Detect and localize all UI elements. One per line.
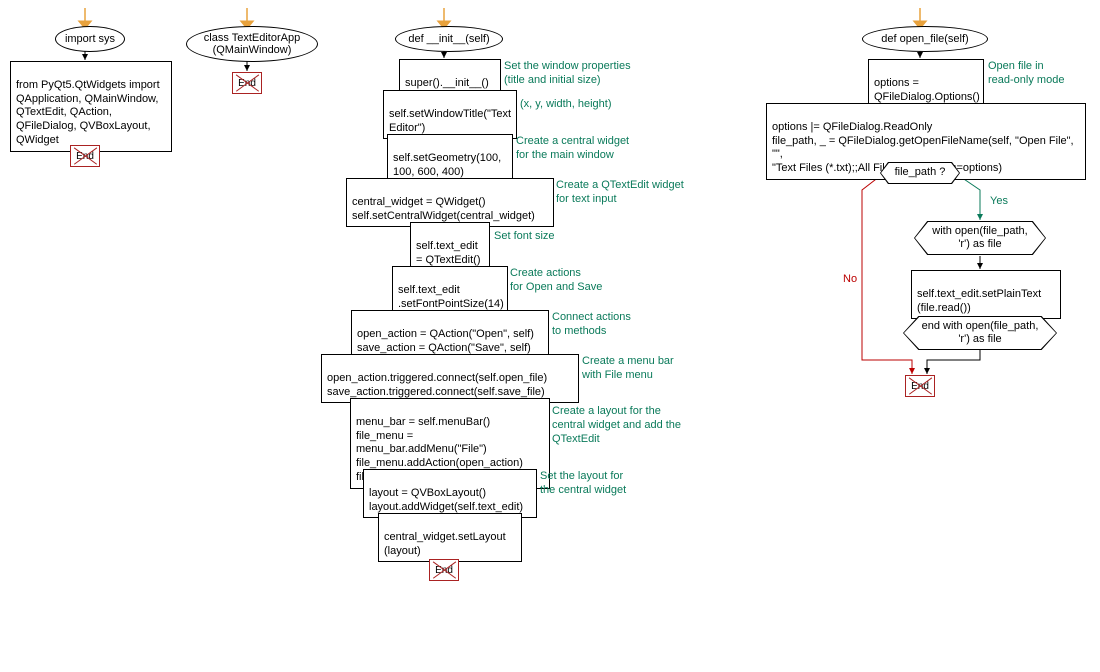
label: layout = QVBoxLayout() layout.addWidget(… [369,487,523,513]
col4-cond: file_path ? [881,163,959,183]
col4-end: End [905,375,935,397]
label: central_widget.setLayout (layout) [384,531,506,557]
label: self.text_edit = QTextEdit() [416,240,481,266]
label: end with open(file_path, 'r') as file [922,320,1039,346]
col3-start: def __init__(self) [395,26,503,52]
col3-b5: self.text_edit = QTextEdit() [410,222,490,271]
col3-c1: Set the window properties (title and ini… [504,60,631,88]
label: End [435,565,453,576]
col3-c2: (x, y, width, height) [520,98,612,112]
col4-b3: with open(file_path, 'r') as file [915,222,1045,254]
col4-b1: options = QFileDialog.Options() [868,59,984,108]
label: super().__init__() [405,77,489,89]
label: self.text_edit .setFontPointSize(14) [398,284,504,310]
label: open_action = QAction("Open", self) save… [357,328,534,354]
col3-c3: Create a central widget for the main win… [516,135,629,163]
label: def __init__(self) [408,33,489,45]
col4-start: def open_file(self) [862,26,988,52]
col1-end: End [70,145,100,167]
label: import sys [65,33,115,45]
col4-b5: end with open(file_path, 'r') as file [904,317,1056,349]
label: End [76,151,94,162]
label: options = QFileDialog.Options() [874,77,980,103]
col4-c1: Open file in read-only mode [988,60,1064,88]
yes-label: Yes [990,195,1008,207]
label: file_path ? [895,166,946,179]
col3-c8: Create a menu bar with File menu [582,355,674,383]
label: self.setWindowTitle("Text Editor") [389,108,511,134]
col3-b4: central_widget = QWidget() self.setCentr… [346,178,554,227]
col3-c9: Create a layout for the central widget a… [552,405,681,446]
col3-c10: Set the layout for the central widget [540,470,626,498]
col3-b3: self.setGeometry(100, 100, 600, 400) [387,134,513,183]
col3-b7: open_action = QAction("Open", self) save… [351,310,549,359]
col3-b11: central_widget.setLayout (layout) [378,513,522,562]
no-label: No [843,273,857,285]
col3-b6: self.text_edit .setFontPointSize(14) [392,266,508,315]
label: self.setGeometry(100, 100, 600, 400) [393,152,501,178]
col2-end: End [232,72,262,94]
label: with open(file_path, 'r') as file [932,225,1027,251]
col1-start: import sys [55,26,125,52]
label: End [911,381,929,392]
label: class TextEditorApp (QMainWindow) [191,32,313,56]
col3-c6: Create actions for Open and Save [510,267,602,295]
col1-box1: from PyQt5.QtWidgets import QApplication… [10,61,172,152]
col3-b10: layout = QVBoxLayout() layout.addWidget(… [363,469,537,518]
label: self.text_edit.setPlainText (file.read()… [917,288,1041,314]
col2-start: class TextEditorApp (QMainWindow) [186,26,318,62]
col3-c5: Set font size [494,230,555,244]
col4-b4: self.text_edit.setPlainText (file.read()… [911,270,1061,319]
col3-b2: self.setWindowTitle("Text Editor") [383,90,517,139]
label: from PyQt5.QtWidgets import QApplication… [16,79,160,146]
label: End [238,78,256,89]
label: open_action.triggered.connect(self.open_… [327,372,547,398]
label: def open_file(self) [881,33,968,45]
col3-end: End [429,559,459,581]
col3-c7: Connect actions to methods [552,311,631,339]
label: central_widget = QWidget() self.setCentr… [352,196,535,222]
col3-b8: open_action.triggered.connect(self.open_… [321,354,579,403]
col3-c4: Create a QTextEdit widget for text input [556,179,684,207]
